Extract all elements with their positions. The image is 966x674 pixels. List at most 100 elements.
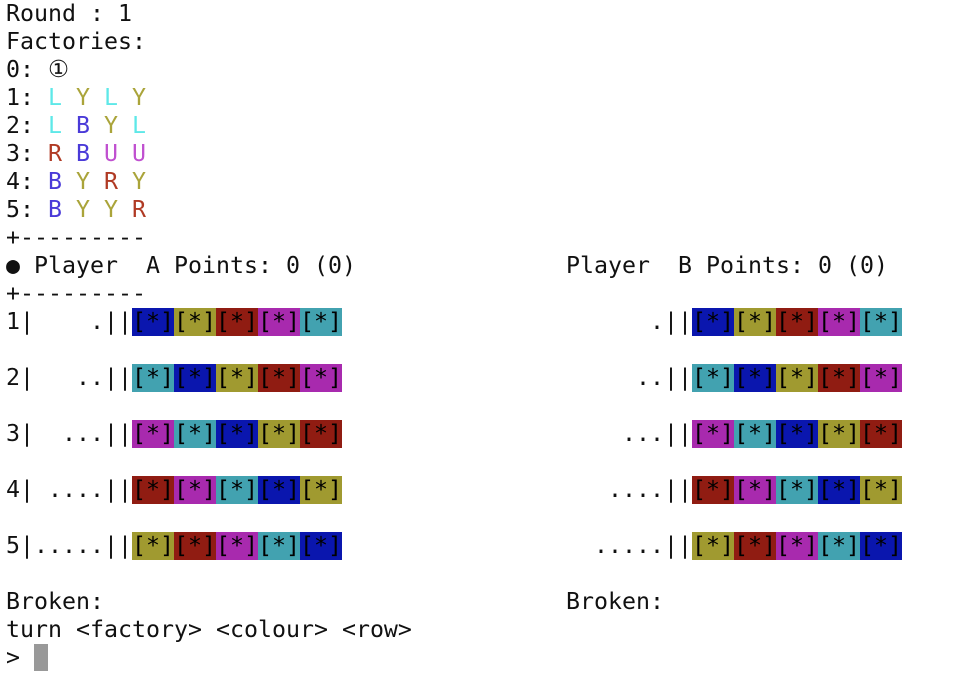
factory-2: 2: L B Y L (6, 112, 146, 140)
factory-tile[interactable]: Y (104, 196, 118, 223)
wall-tile-red: [*] (859, 420, 902, 448)
factory-tile[interactable]: Y (76, 168, 90, 195)
wall-tile-blue: [*] (775, 420, 818, 448)
wall-tile-teal: [*] (131, 364, 174, 392)
factory-index: 2: (6, 112, 48, 139)
wall-tile-blue: [*] (859, 532, 902, 560)
wall-tile-blue: [*] (131, 308, 174, 336)
player-b-header: Player B Points: 0 (0) (566, 252, 888, 279)
divider-player-a: +--------- (6, 280, 146, 307)
wall-tile-olive: [*] (859, 476, 902, 504)
wall-tile-red: [*] (173, 532, 216, 560)
wall-tile-blue: [*] (733, 364, 776, 392)
command-input[interactable]: > (6, 644, 48, 672)
wall-tile-magenta: [*] (299, 364, 342, 392)
factory-tile[interactable]: U (104, 140, 118, 167)
wall-tile-blue: [*] (299, 532, 342, 560)
factory-tile[interactable]: L (104, 84, 118, 111)
factory-tile[interactable]: Y (132, 168, 146, 195)
player-a-points: Player A Points: 0 (0) (34, 252, 356, 279)
wall-tile-olive: [*] (775, 364, 818, 392)
pattern-line[interactable]: .....|| (594, 532, 692, 559)
wall-tile-teal: [*] (299, 308, 342, 336)
wall-tile-magenta: [*] (257, 308, 300, 336)
factory-tile[interactable]: B (48, 196, 62, 223)
wall-tile-olive: [*] (817, 420, 860, 448)
factory-tile[interactable]: U (132, 140, 146, 167)
player-b-broken: Broken: (566, 588, 664, 615)
factory-tile[interactable]: Y (104, 112, 118, 139)
pattern-line[interactable]: 2| ..|| (6, 364, 132, 391)
player-a-row-1: 1| .||[*][*][*][*][*] (6, 308, 342, 336)
player-a-broken: Broken: (6, 588, 104, 615)
prompt-hint: turn <factory> <colour> <row> (6, 616, 412, 643)
wall-tile-magenta: [*] (131, 420, 174, 448)
factory-tile[interactable]: R (104, 168, 118, 195)
factory-tile[interactable]: L (48, 84, 62, 111)
wall-tile-teal: [*] (817, 532, 860, 560)
pattern-line[interactable]: ...|| (594, 420, 692, 447)
factory-4: 4: B Y R Y (6, 168, 146, 196)
wall-tile-red: [*] (733, 532, 776, 560)
wall-tile-teal: [*] (173, 420, 216, 448)
wall-tile-blue: [*] (691, 308, 734, 336)
wall-tile-olive: [*] (299, 476, 342, 504)
factory-tile[interactable]: B (48, 168, 62, 195)
factory-tile[interactable]: B (76, 140, 90, 167)
wall-tile-magenta: [*] (215, 532, 258, 560)
active-player-marker: ● (6, 252, 20, 279)
factory-index: 0: (6, 56, 48, 83)
factory-tile[interactable]: R (48, 140, 62, 167)
pattern-line[interactable]: 4| ....|| (6, 476, 132, 503)
factory-tile[interactable]: ① (48, 56, 69, 83)
round-label: Round : 1 (6, 0, 132, 27)
wall-tile-magenta: [*] (817, 308, 860, 336)
wall-tile-teal: [*] (691, 364, 734, 392)
factory-tile[interactable]: Y (132, 84, 146, 111)
wall-tile-teal: [*] (257, 532, 300, 560)
factory-tile[interactable]: R (132, 196, 146, 223)
factory-tile[interactable]: L (48, 112, 62, 139)
wall-tile-red: [*] (299, 420, 342, 448)
pattern-line[interactable]: .|| (594, 308, 692, 335)
wall-tile-red: [*] (131, 476, 174, 504)
wall-tile-olive: [*] (733, 308, 776, 336)
factory-tile[interactable]: L (132, 112, 146, 139)
factory-tile[interactable]: Y (76, 84, 90, 111)
pattern-line[interactable]: 5|.....|| (6, 532, 132, 559)
player-a-row-2: 2| ..||[*][*][*][*][*] (6, 364, 342, 392)
wall-tile-red: [*] (257, 364, 300, 392)
factory-1: 1: L Y L Y (6, 84, 146, 112)
pattern-line[interactable]: 3| ...|| (6, 420, 132, 447)
player-b-row-4: ....||[*][*][*][*][*] (594, 476, 902, 504)
player-b-row-3: ...||[*][*][*][*][*] (594, 420, 902, 448)
player-b-row-2: ..||[*][*][*][*][*] (594, 364, 902, 392)
factory-index: 1: (6, 84, 48, 111)
factory-tile[interactable]: Y (76, 196, 90, 223)
wall-tile-teal: [*] (775, 476, 818, 504)
factory-0: 0: ① (6, 56, 69, 84)
wall-tile-red: [*] (775, 308, 818, 336)
wall-tile-magenta: [*] (733, 476, 776, 504)
pattern-line[interactable]: ....|| (594, 476, 692, 503)
player-a-header: ● Player A Points: 0 (0) (6, 252, 356, 280)
wall-tile-magenta: [*] (691, 420, 734, 448)
wall-tile-blue: [*] (173, 364, 216, 392)
wall-tile-olive: [*] (173, 308, 216, 336)
text-cursor[interactable] (34, 644, 48, 671)
wall-tile-olive: [*] (131, 532, 174, 560)
divider-top: +--------- (6, 224, 146, 251)
factory-index: 4: (6, 168, 48, 195)
prompt-symbol: > (6, 644, 34, 671)
wall-tile-blue: [*] (817, 476, 860, 504)
player-a-row-5: 5|.....||[*][*][*][*][*] (6, 532, 342, 560)
factory-tile[interactable]: B (76, 112, 90, 139)
pattern-line[interactable]: ..|| (594, 364, 692, 391)
pattern-line[interactable]: 1| .|| (6, 308, 132, 335)
player-a-row-4: 4| ....||[*][*][*][*][*] (6, 476, 342, 504)
wall-tile-magenta: [*] (173, 476, 216, 504)
factory-3: 3: R B U U (6, 140, 146, 168)
wall-tile-magenta: [*] (859, 364, 902, 392)
wall-tile-teal: [*] (733, 420, 776, 448)
wall-tile-blue: [*] (257, 476, 300, 504)
